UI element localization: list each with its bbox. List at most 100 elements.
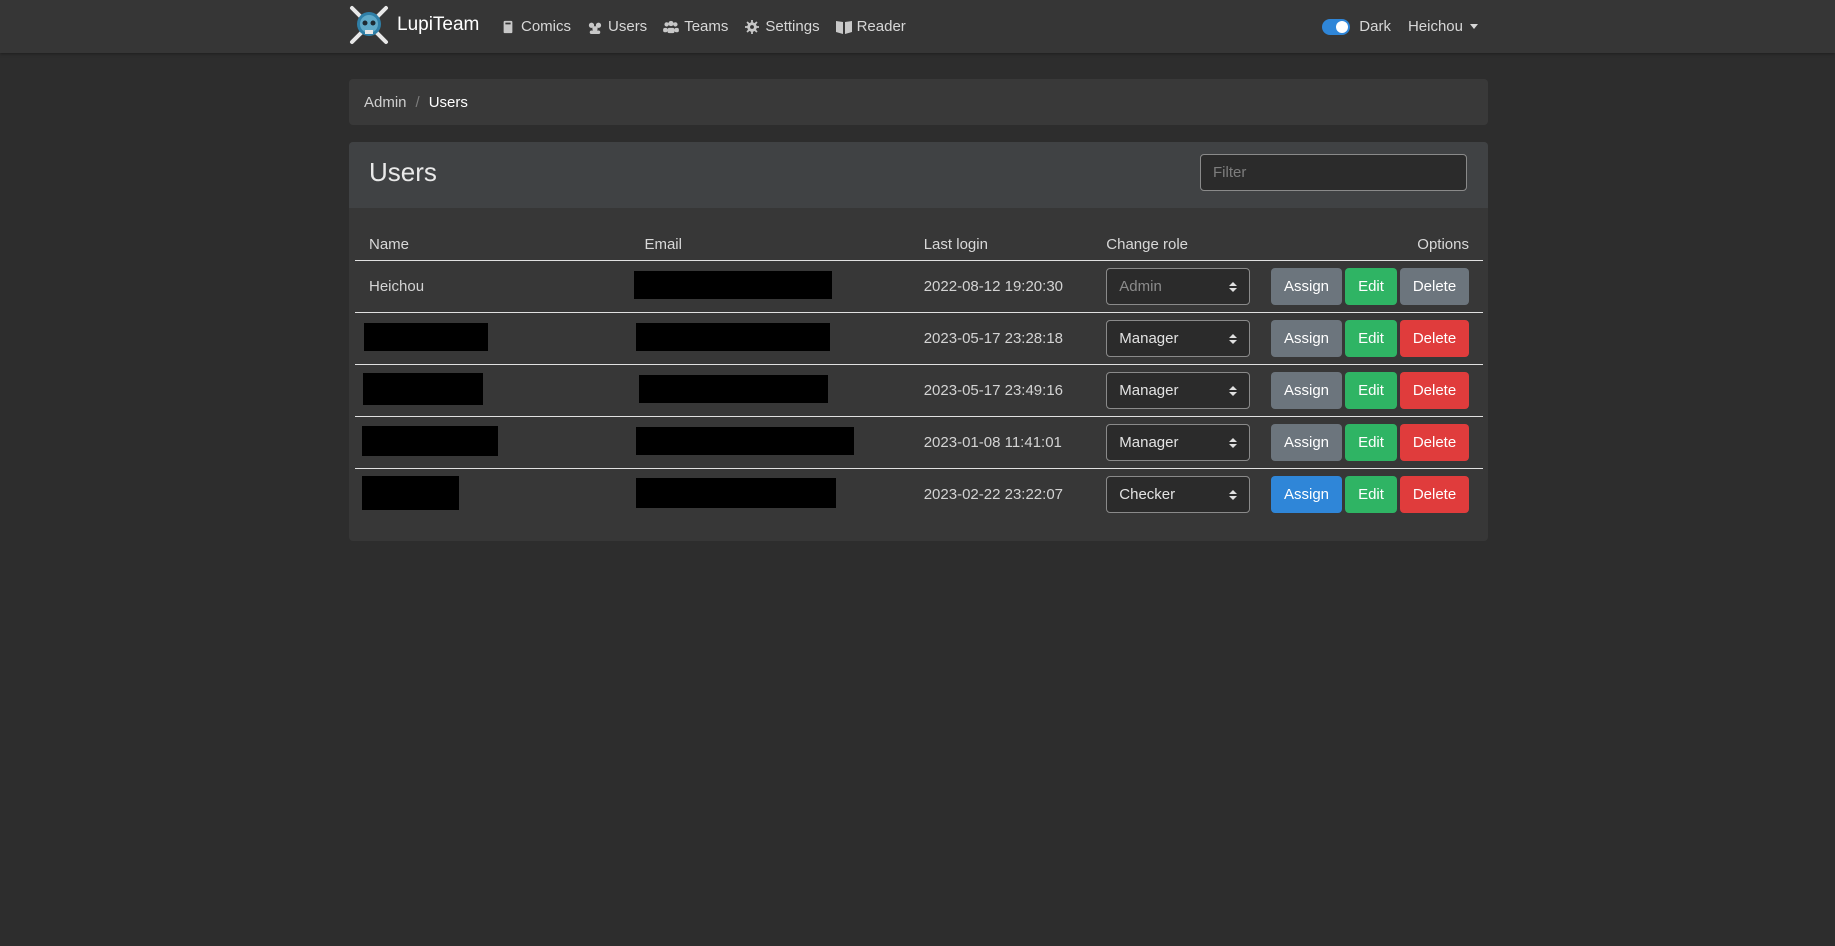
nav-reader[interactable]: Reader xyxy=(835,18,906,35)
role-cell: Manager xyxy=(1092,364,1256,417)
redacted-name xyxy=(362,475,459,510)
nav-settings-label: Settings xyxy=(765,18,820,35)
delete-button[interactable]: Delete xyxy=(1400,424,1469,461)
edit-button[interactable]: Edit xyxy=(1345,476,1397,513)
last-login-cell: 2022-08-12 19:20:30 xyxy=(909,260,1093,313)
redacted-email xyxy=(636,477,837,508)
role-select[interactable]: Manager xyxy=(1106,320,1251,357)
email-cell xyxy=(630,312,910,365)
skull-logo-icon xyxy=(350,6,388,44)
assign-button[interactable]: Assign xyxy=(1271,372,1342,409)
breadcrumb-admin[interactable]: Admin xyxy=(364,94,407,111)
card-header: Users xyxy=(349,142,1488,208)
header-email: Email xyxy=(630,228,910,261)
assign-button[interactable]: Assign xyxy=(1271,320,1342,357)
options-cell: Assign Edit Delete xyxy=(1256,469,1483,521)
delete-button[interactable]: Delete xyxy=(1400,268,1469,305)
redacted-email xyxy=(636,322,831,351)
brand-link[interactable]: LupiTeam xyxy=(349,5,479,45)
redacted-name xyxy=(364,322,488,351)
user-name-cell xyxy=(355,364,631,417)
last-login-cell: 2023-02-22 23:22:07 xyxy=(923,486,1064,503)
assign-button[interactable]: Assign xyxy=(1271,476,1342,513)
table-row: Heichou 2022-08-12 19:20:30 Admin Assign… xyxy=(355,260,1483,313)
table-header-row: Name Email Last login Change role Option… xyxy=(355,228,1483,261)
last-login-cell: 2023-05-17 23:28:18 xyxy=(909,312,1093,365)
table-row: 2023-05-17 23:28:18 Manager Assign Edit … xyxy=(355,312,1483,365)
redacted-name xyxy=(362,425,498,456)
user-name-cell xyxy=(355,312,631,365)
book-icon xyxy=(503,20,513,33)
nav-settings[interactable]: Settings xyxy=(744,18,820,35)
users-card: Users Name Email Last login Change role … xyxy=(349,142,1488,541)
header-options: Options xyxy=(1256,228,1483,261)
caret-down-icon xyxy=(1470,24,1478,29)
role-cell: Manager xyxy=(1092,312,1256,365)
role-cell: Admin xyxy=(1092,260,1256,313)
select-arrows-icon xyxy=(1229,489,1238,500)
options-cell: Assign Edit Delete xyxy=(1256,312,1483,365)
redacted-name xyxy=(363,372,483,405)
table-row: 2023-01-08 11:41:01 Manager Assign Edit … xyxy=(355,416,1483,469)
select-arrows-icon xyxy=(1229,281,1238,292)
nav-right: Dark Heichou xyxy=(1322,0,1478,53)
redacted-email xyxy=(639,374,829,403)
role-select-value: Manager xyxy=(1119,382,1179,399)
role-select-value: Manager xyxy=(1119,434,1179,451)
role-select[interactable]: Manager xyxy=(1106,372,1251,409)
edit-button[interactable]: Edit xyxy=(1345,372,1397,409)
breadcrumb-separator: / xyxy=(415,93,420,111)
header-last-login: Last login xyxy=(909,228,1093,261)
nav-comics[interactable]: Comics xyxy=(500,18,571,35)
assign-button[interactable]: Assign xyxy=(1271,268,1342,305)
user-name: Heichou xyxy=(1407,18,1463,35)
select-arrows-icon xyxy=(1229,385,1238,396)
options-cell: Assign Edit Delete xyxy=(1256,364,1483,417)
redacted-email xyxy=(636,426,855,455)
breadcrumb-current: Users xyxy=(428,93,468,111)
nav-reader-label: Reader xyxy=(856,18,906,35)
redacted-email xyxy=(634,270,833,299)
nav-teams-label: Teams xyxy=(684,18,729,35)
role-select-value: Manager xyxy=(1119,330,1179,347)
edit-button[interactable]: Edit xyxy=(1345,320,1397,357)
nav-users[interactable]: Users xyxy=(587,18,647,35)
email-cell xyxy=(630,469,909,521)
table-row: 2023-02-22 23:22:07 Checker Assign Edit … xyxy=(355,469,1483,521)
email-cell xyxy=(630,364,910,417)
role-select-value: Checker xyxy=(1119,486,1176,503)
page-title: Users xyxy=(369,157,437,187)
header-name: Name xyxy=(355,228,631,261)
delete-button[interactable]: Delete xyxy=(1400,320,1469,357)
nav-users-label: Users xyxy=(608,18,648,35)
user-menu-dropdown[interactable]: Heichou xyxy=(1408,18,1478,35)
users-table: Name Email Last login Change role Option… xyxy=(355,228,1483,520)
table-row: 2023-05-17 23:49:16 Manager Assign Edit … xyxy=(355,364,1483,417)
users-icon xyxy=(588,22,602,34)
last-login-cell: 2023-01-08 11:41:01 xyxy=(909,416,1093,469)
options-cell: Assign Edit Delete xyxy=(1256,260,1483,313)
delete-button[interactable]: Delete xyxy=(1400,476,1469,513)
header-change-role: Change role xyxy=(1092,228,1256,261)
role-select[interactable]: Admin xyxy=(1106,268,1251,305)
role-select[interactable]: Checker xyxy=(1106,476,1251,513)
delete-button[interactable]: Delete xyxy=(1400,372,1469,409)
user-name-cell: Heichou xyxy=(355,260,631,313)
open-book-icon xyxy=(835,20,852,34)
breadcrumb: Admin / Users xyxy=(349,79,1488,125)
select-arrows-icon xyxy=(1229,333,1238,344)
nav-comics-label: Comics xyxy=(521,18,572,35)
navbar: LupiTeam Comics Users Teams Settings Rea… xyxy=(0,0,1835,53)
role-select[interactable]: Manager xyxy=(1106,424,1251,461)
options-cell: Assign Edit Delete xyxy=(1256,416,1483,469)
role-cell: Checker xyxy=(1092,469,1256,521)
filter-input[interactable] xyxy=(1200,154,1467,191)
role-cell: Manager xyxy=(1092,416,1256,469)
user-name-cell xyxy=(355,469,630,521)
dark-mode-toggle[interactable] xyxy=(1322,18,1351,35)
nav-teams[interactable]: Teams xyxy=(663,18,728,35)
gear-icon xyxy=(745,19,760,34)
assign-button[interactable]: Assign xyxy=(1271,424,1342,461)
edit-button[interactable]: Edit xyxy=(1345,268,1397,305)
edit-button[interactable]: Edit xyxy=(1345,424,1397,461)
